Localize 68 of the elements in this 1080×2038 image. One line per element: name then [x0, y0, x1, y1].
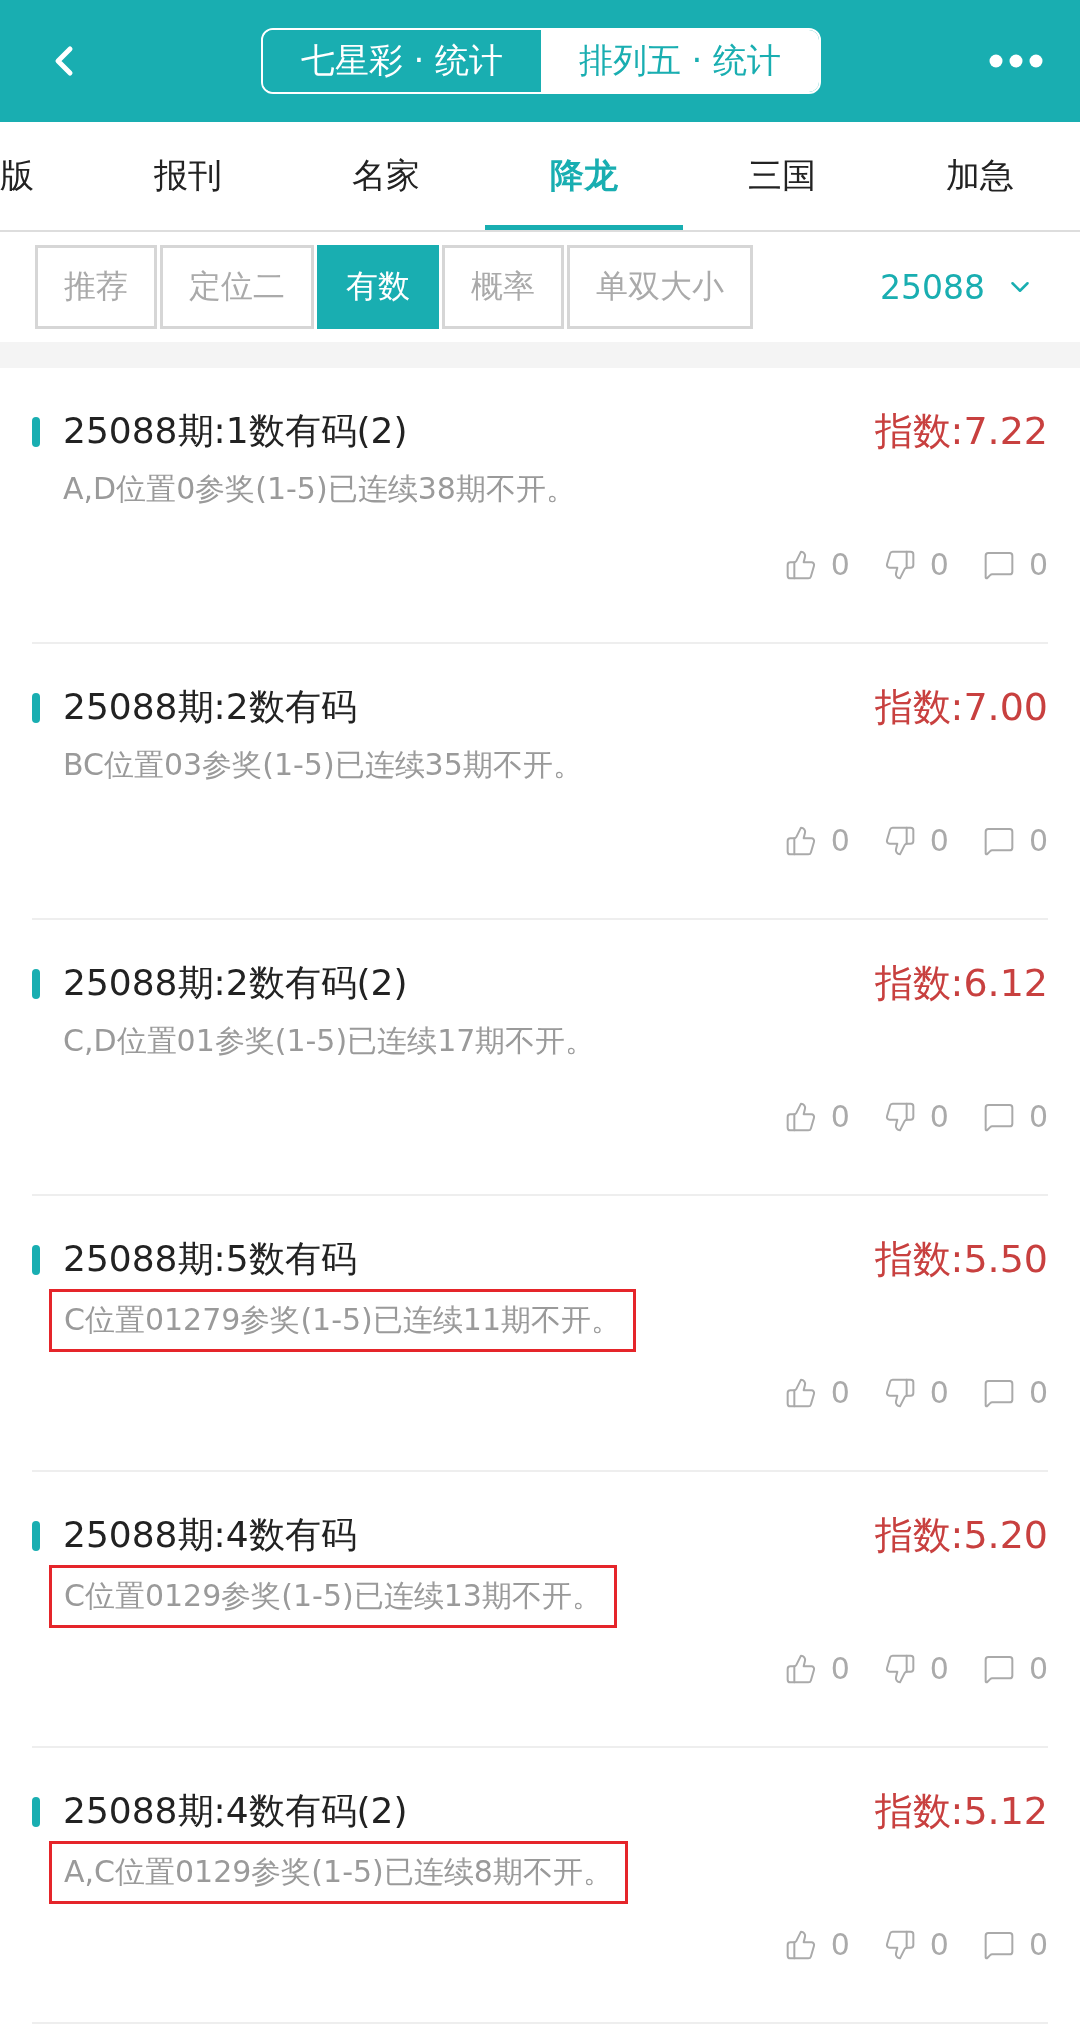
thumbs-down-icon	[883, 1100, 916, 1133]
like-button[interactable]: 0	[784, 547, 850, 582]
thumbs-down-icon	[883, 1376, 916, 1409]
index-value: 指数:7.00	[874, 684, 1048, 731]
accent-marker	[32, 1796, 40, 1827]
comment-button[interactable]: 0	[982, 1375, 1048, 1410]
accent-marker	[32, 1244, 40, 1275]
thumbs-up-icon	[784, 824, 817, 857]
index-value: 指数:7.22	[874, 408, 1048, 455]
item-title: 25088期:2数有码(2)	[63, 961, 408, 1005]
index-value: 指数:5.50	[874, 1236, 1048, 1283]
item-title: 25088期:4数有码	[63, 1513, 357, 1557]
index-value: 指数:6.12	[874, 960, 1048, 1007]
like-button[interactable]: 0	[784, 1099, 850, 1134]
thumbs-up-icon	[784, 1376, 817, 1409]
category-tab[interactable]: 名家	[287, 122, 485, 230]
item-description: C位置01279参奖(1-5)已连续11期不开。	[49, 1289, 636, 1352]
item-title: 25088期:4数有码(2)	[63, 1789, 408, 1833]
thumbs-up-icon	[784, 1652, 817, 1685]
category-tab[interactable]: 降龙	[485, 122, 683, 230]
comment-button[interactable]: 0	[982, 1651, 1048, 1686]
dislike-button[interactable]: 0	[883, 823, 949, 858]
category-tab[interactable]: 报刊	[89, 122, 287, 230]
thumbs-down-icon	[883, 548, 916, 581]
comment-button[interactable]: 0	[982, 823, 1048, 858]
like-button[interactable]: 0	[784, 1375, 850, 1410]
thumbs-down-icon	[883, 1928, 916, 1961]
item-description: A,C位置0129参奖(1-5)已连续8期不开。	[49, 1841, 628, 1904]
like-button[interactable]: 0	[784, 1651, 850, 1686]
filter-tab[interactable]: 有数	[317, 245, 439, 329]
like-button[interactable]: 0	[784, 823, 850, 858]
dislike-button[interactable]: 0	[883, 547, 949, 582]
comment-button[interactable]: 0	[982, 1927, 1048, 1962]
dislike-button[interactable]: 0	[883, 1651, 949, 1686]
category-tab[interactable]: 加急	[881, 122, 1079, 230]
dislike-button[interactable]: 0	[883, 1099, 949, 1134]
item-description: C,D位置01参奖(1-5)已连续17期不开。	[63, 1022, 596, 1060]
comment-button[interactable]: 0	[982, 1099, 1048, 1134]
item-description: C位置0129参奖(1-5)已连续13期不开。	[49, 1565, 617, 1628]
thumbs-up-icon	[784, 1100, 817, 1133]
accent-marker	[32, 692, 40, 723]
comment-button[interactable]: 0	[982, 547, 1048, 582]
filter-tab[interactable]: 定位二	[160, 245, 314, 329]
item-title: 25088期:5数有码	[63, 1237, 357, 1281]
item-title: 25088期:1数有码(2)	[63, 409, 408, 453]
category-tab[interactable]: 三国	[683, 122, 881, 230]
thumbs-down-icon	[883, 1652, 916, 1685]
index-value: 指数:5.12	[874, 1788, 1048, 1835]
accent-marker	[32, 968, 40, 999]
dislike-button[interactable]: 0	[883, 1375, 949, 1410]
thumbs-down-icon	[883, 824, 916, 857]
filter-tab[interactable]: 单双大小	[567, 245, 753, 329]
thumbs-up-icon	[784, 1928, 817, 1961]
like-button[interactable]: 0	[784, 1927, 850, 1962]
item-title: 25088期:2数有码	[63, 685, 357, 729]
period-dropdown[interactable]: 25088	[880, 267, 1045, 307]
category-tab[interactable]: 版	[0, 122, 89, 230]
accent-marker	[32, 416, 40, 447]
thumbs-up-icon	[784, 548, 817, 581]
accent-marker	[32, 1520, 40, 1551]
item-description: A,D位置0参奖(1-5)已连续38期不开。	[63, 470, 576, 508]
segment-tab[interactable]: 排列五 · 统计	[541, 30, 819, 92]
item-description: BC位置03参奖(1-5)已连续35期不开。	[63, 746, 583, 784]
filter-tab[interactable]: 推荐	[35, 245, 157, 329]
index-value: 指数:5.20	[874, 1512, 1048, 1559]
more-icon[interactable]	[988, 53, 1044, 69]
filter-tab[interactable]: 概率	[442, 245, 564, 329]
dislike-button[interactable]: 0	[883, 1927, 949, 1962]
